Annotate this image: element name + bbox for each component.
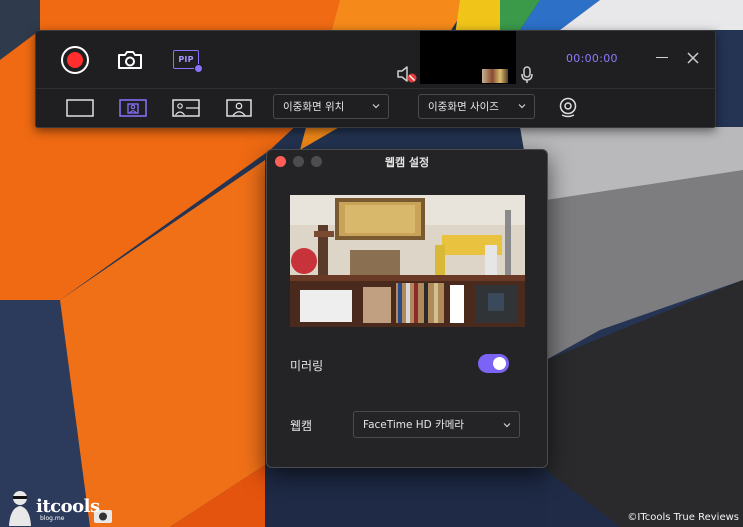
window-titlebar[interactable]: 웹캠 설정 (267, 150, 547, 172)
recorder-toolbar: PIP 00:00:00 이중화면 위치 이중화면 사이즈 (35, 30, 716, 128)
screenshot-button[interactable] (115, 46, 145, 74)
layout-pip-icon (119, 99, 147, 117)
system-audio-mute-button[interactable] (396, 64, 418, 84)
webcam-label: 웹캠 (290, 419, 313, 433)
window-title: 웹캠 설정 (384, 156, 430, 169)
watermark-brand: itcools (36, 496, 100, 517)
layout-person-icon (226, 99, 252, 117)
webcam-preview-thumbnail[interactable] (420, 31, 516, 84)
webcam-settings-button[interactable] (556, 96, 580, 120)
preview-image (482, 69, 508, 83)
webcam-device-select[interactable]: FaceTime HD 카메라 (353, 411, 520, 438)
watermark-sub: blog.me (40, 515, 65, 522)
minimize-icon[interactable] (656, 57, 668, 58)
mirroring-toggle[interactable] (478, 354, 509, 373)
mic-muted-icon (397, 66, 417, 83)
layout-pip-button[interactable] (118, 97, 148, 119)
layout-full-button[interactable] (65, 97, 95, 119)
layout-person-button[interactable] (224, 97, 254, 119)
chevron-down-icon (503, 423, 511, 428)
webcam-icon (559, 97, 577, 118)
chevron-down-icon (518, 104, 526, 109)
layout-side-button[interactable] (171, 97, 201, 119)
webcam-device-value: FaceTime HD 카메라 (363, 419, 465, 431)
layout-full-icon (66, 99, 94, 117)
dual-size-label: 이중화면 사이즈 (428, 101, 499, 113)
dual-screen-size-dropdown[interactable]: 이중화면 사이즈 (418, 94, 535, 119)
mirroring-label: 미러링 (290, 359, 324, 373)
chevron-down-icon (372, 104, 380, 109)
record-button[interactable] (60, 45, 90, 75)
microphone-button[interactable] (518, 65, 536, 85)
copyright-text: ©ITcools True Reviews (627, 512, 739, 523)
toolbar-top-row: PIP 00:00:00 (36, 31, 715, 88)
record-icon (61, 46, 89, 74)
dual-screen-position-dropdown[interactable]: 이중화면 위치 (273, 94, 389, 119)
recording-timer: 00:00:00 (566, 52, 618, 65)
toggle-knob (493, 357, 506, 370)
close-button[interactable] (684, 49, 702, 67)
pip-button[interactable]: PIP (172, 47, 203, 73)
toolbar-bottom-row: 이중화면 위치 이중화면 사이즈 (36, 89, 715, 127)
pip-icon: PIP (173, 49, 203, 73)
pip-label: PIP (178, 54, 194, 64)
close-icon (687, 52, 699, 64)
webcam-settings-window: 웹캠 설정 미러링 웹캠 FaceTime HD 카메라 (266, 149, 548, 468)
webcam-camera-preview (290, 195, 525, 327)
mic-icon (521, 66, 533, 83)
camera-icon (118, 51, 142, 69)
layout-side-icon (172, 99, 200, 117)
dual-position-label: 이중화면 위치 (283, 101, 345, 113)
